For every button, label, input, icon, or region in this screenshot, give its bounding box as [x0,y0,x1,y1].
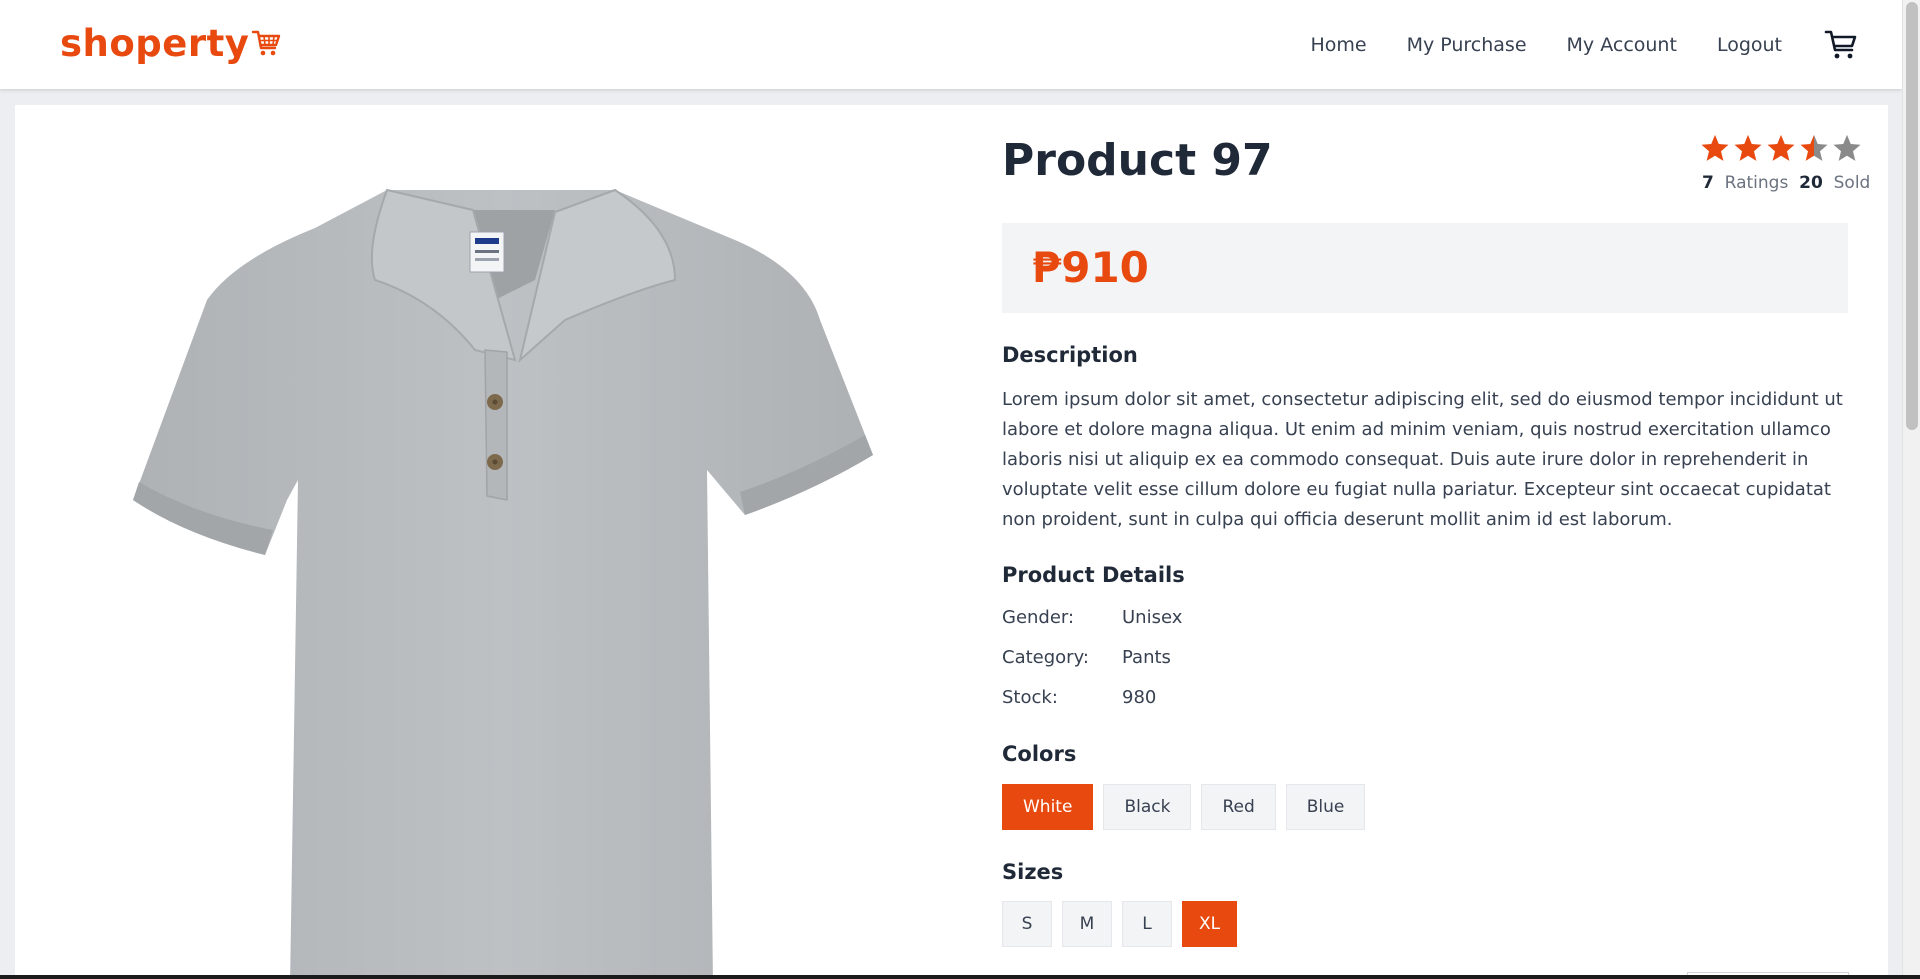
nav-links: Home My Purchase My Account Logout [1310,0,1902,89]
price-box: ₱910 [1002,223,1848,313]
size-option-l[interactable]: L [1122,901,1172,947]
product-price: ₱910 [1032,243,1149,292]
sold-label: Sold [1833,173,1871,193]
detail-value: 980 [1122,687,1157,708]
logo-cart-icon [251,28,281,62]
rating-stats: 7 Ratings 20 Sold [1702,173,1870,193]
nav-my-purchase-link[interactable]: My Purchase [1407,34,1527,56]
sizes-heading: Sizes [1002,860,1064,884]
nav-logout-link[interactable]: Logout [1717,34,1782,56]
color-option-white[interactable]: White [1002,784,1094,830]
logo-text: shoperty [60,22,250,65]
detail-row-gender: Gender: Unisex [1002,607,1182,628]
description-heading: Description [1002,343,1138,367]
detail-row-category: Category: Pants [1002,647,1171,668]
product-title: Product 97 [1002,135,1273,186]
page-scrollbar[interactable] [1902,0,1920,979]
nav-my-account-link[interactable]: My Account [1567,34,1677,56]
star-icon [1766,133,1796,167]
star-icon [1799,133,1829,167]
detail-value: Unisex [1122,607,1183,628]
nav-home-link[interactable]: Home [1310,34,1366,56]
navbar: shoperty Home My Purchase My Account Log… [0,0,1902,89]
window-bottom-edge [0,975,1920,979]
star-icon [1700,133,1730,167]
color-option-blue[interactable]: Blue [1285,784,1366,830]
detail-value: Pants [1122,647,1171,668]
polo-shirt-image [115,170,885,979]
size-option-s[interactable]: S [1002,901,1052,947]
detail-label: Gender: [1002,607,1075,628]
ratings-label: Ratings [1724,173,1789,193]
product-details-heading: Product Details [1002,563,1185,587]
sold-count: 20 [1799,173,1823,193]
detail-label: Stock: [1002,687,1058,708]
scrollbar-thumb[interactable] [1906,2,1918,430]
product-page: Product 97 7 Ratings 20 Sold ₱910 Descri… [15,105,1888,979]
detail-label: Category: [1002,647,1089,668]
color-option-black[interactable]: Black [1103,784,1192,830]
ratings-count: 7 [1702,173,1714,193]
star-icon [1832,133,1862,167]
size-option-m[interactable]: M [1062,901,1112,947]
detail-row-stock: Stock: 980 [1002,687,1156,708]
rating-stars [1700,133,1862,167]
shoperty-logo[interactable]: shoperty [60,22,281,65]
color-options: White Black Red Blue [1002,784,1366,830]
rating-summary: 7 Ratings 20 Sold [1700,133,1870,193]
star-icon [1733,133,1763,167]
size-option-xl[interactable]: XL [1182,901,1238,947]
product-description: Lorem ipsum dolor sit amet, consectetur … [1002,389,1843,530]
cart-icon[interactable] [1824,29,1858,61]
size-options: S M L XL [1002,901,1238,947]
colors-heading: Colors [1002,742,1077,766]
color-option-red[interactable]: Red [1201,784,1276,830]
